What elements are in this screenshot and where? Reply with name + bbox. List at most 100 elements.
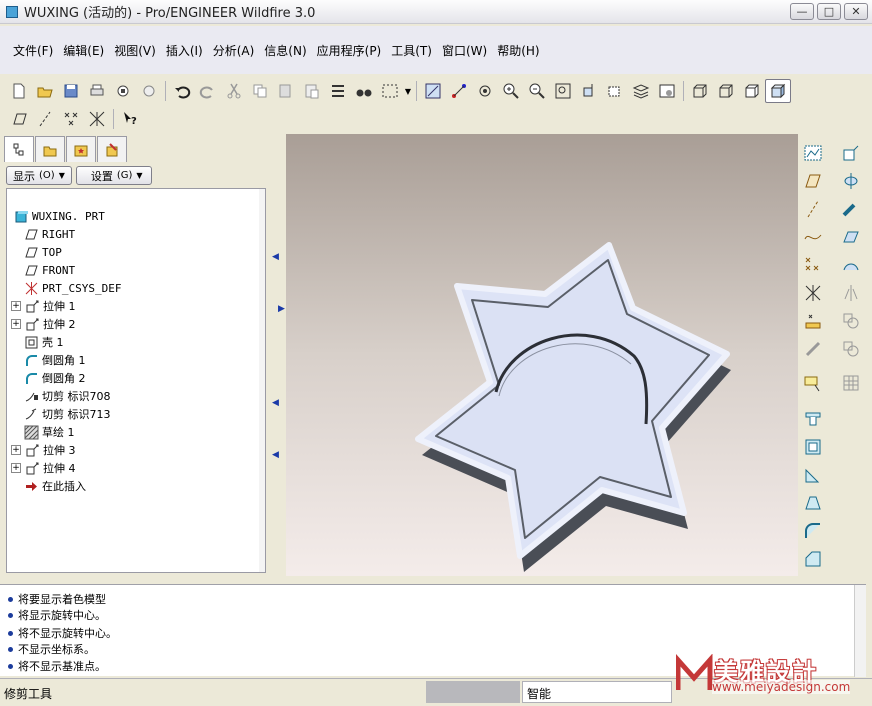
menu-help[interactable]: 帮助(H) (492, 42, 544, 59)
sweep-tool-icon[interactable] (838, 196, 864, 222)
tree-item-round-2[interactable]: 倒圆角 2 (23, 369, 86, 387)
zoom-in-icon[interactable] (498, 79, 524, 103)
csys-display-icon[interactable] (84, 107, 110, 131)
menu-analysis[interactable]: 分析(A) (208, 42, 260, 59)
round-tool-icon[interactable] (800, 518, 826, 544)
tree-item-extrude-3[interactable]: + 拉伸 3 (11, 441, 76, 459)
tree-item-csys[interactable]: PRT_CSYS_DEF (23, 279, 121, 297)
datum-axis-tool-icon[interactable] (800, 196, 826, 222)
tree-item-shell-1[interactable]: 壳 1 (23, 333, 64, 351)
show-dropdown-button[interactable]: 显示 (O) ▼ (6, 166, 72, 185)
tree-item-part[interactable]: WUXING. PRT (13, 207, 105, 225)
settings-dropdown-button[interactable]: 设置 (G) ▼ (75, 166, 152, 185)
select-dropdown-icon[interactable]: ▼ (403, 79, 413, 103)
paste-icon[interactable] (273, 79, 299, 103)
hole-tool-icon[interactable] (800, 406, 826, 432)
no-hidden-icon[interactable] (739, 79, 765, 103)
new-file-icon[interactable] (6, 79, 32, 103)
draft-tool-icon[interactable] (800, 490, 826, 516)
pattern-tool-icon[interactable] (838, 370, 864, 396)
collapse-arrow-icon[interactable]: ◀ (272, 252, 279, 262)
datum-chain-icon[interactable] (800, 336, 826, 362)
menu-view[interactable]: 视图(V) (109, 42, 161, 59)
wireframe-icon[interactable] (687, 79, 713, 103)
selection-filter-select[interactable]: 智能 (522, 681, 672, 703)
menu-window[interactable]: 窗口(W) (437, 42, 492, 59)
blend-tool-icon[interactable] (838, 224, 864, 250)
close-button[interactable]: ✕ (844, 3, 868, 20)
datum-point-tool-icon[interactable] (800, 252, 826, 278)
layers-icon[interactable] (628, 79, 654, 103)
datum-curve-tool-icon[interactable] (800, 224, 826, 250)
refit-icon[interactable] (550, 79, 576, 103)
tree-item-cut-713[interactable]: 切剪 标识713 (23, 405, 111, 423)
view-manager-icon[interactable] (654, 79, 680, 103)
paste-special-icon[interactable] (299, 79, 325, 103)
surface-tool-icon[interactable] (838, 252, 864, 278)
redo-icon[interactable] (195, 79, 221, 103)
expand-icon[interactable]: + (11, 463, 21, 473)
shell-tool-icon[interactable] (800, 434, 826, 460)
chamfer-tool-icon[interactable] (800, 546, 826, 572)
star-part-model[interactable] (286, 134, 798, 576)
expand-icon[interactable]: + (11, 445, 21, 455)
tree-item-cut-708[interactable]: 切剪 标识708 (23, 387, 111, 405)
datum-plane-tool-icon[interactable] (800, 168, 826, 194)
expand-arrow-icon[interactable]: ▶ (278, 304, 285, 314)
send-link-icon[interactable] (136, 79, 162, 103)
rib-tool-icon[interactable] (800, 462, 826, 488)
tree-item-top[interactable]: TOP (23, 243, 62, 261)
merge-tool-icon[interactable] (838, 308, 864, 334)
spin-center-icon[interactable] (446, 79, 472, 103)
tree-item-extrude-4[interactable]: + 拉伸 4 (11, 459, 76, 477)
tree-item-extrude-2[interactable]: + 拉伸 2 (11, 315, 76, 333)
tab-connections[interactable] (97, 136, 127, 162)
cut-icon[interactable] (221, 79, 247, 103)
tree-item-extrude-1[interactable]: + 拉伸 1 (11, 297, 76, 315)
menu-tools[interactable]: 工具(T) (386, 42, 437, 59)
tab-folder-browser[interactable] (35, 136, 65, 162)
zoom-out-icon[interactable] (524, 79, 550, 103)
minimize-button[interactable]: — (790, 3, 814, 20)
send-email-icon[interactable] (110, 79, 136, 103)
tree-item-sketch-1[interactable]: 草绘 1 (23, 423, 75, 441)
menu-insert[interactable]: 插入(I) (161, 42, 208, 59)
find-binoculars-icon[interactable] (351, 79, 377, 103)
annotation-tool-icon[interactable] (800, 370, 826, 396)
shading-icon[interactable] (765, 79, 791, 103)
sketch-tool-icon[interactable] (800, 140, 826, 166)
tree-scrollbar[interactable] (259, 189, 265, 572)
saved-views-icon[interactable] (602, 79, 628, 103)
revolve-tool-icon[interactable] (838, 168, 864, 194)
graphics-viewport[interactable] (286, 134, 798, 576)
csys-tool-icon[interactable] (800, 280, 826, 306)
hidden-line-icon[interactable] (713, 79, 739, 103)
panel-sash[interactable]: ◀ ▶ ◀ ◀ (270, 134, 286, 574)
select-box-icon[interactable] (377, 79, 403, 103)
save-icon[interactable] (58, 79, 84, 103)
orient-mode-icon[interactable] (472, 79, 498, 103)
repaint-icon[interactable] (420, 79, 446, 103)
menu-applications[interactable]: 应用程序(P) (312, 42, 387, 59)
datum-point-display-icon[interactable] (58, 107, 84, 131)
expand-icon[interactable]: + (11, 301, 21, 311)
tree-item-right[interactable]: RIGHT (23, 225, 75, 243)
datum-axis-display-icon[interactable] (32, 107, 58, 131)
collapse-arrow-icon[interactable]: ◀ (272, 398, 279, 408)
extrude-tool-icon[interactable] (838, 140, 864, 166)
context-help-icon[interactable]: ? (117, 107, 143, 131)
collapse-arrow-icon[interactable]: ◀ (272, 450, 279, 460)
reorient-icon[interactable] (576, 79, 602, 103)
tab-favorites[interactable] (66, 136, 96, 162)
datum-plane-display-icon[interactable] (6, 107, 32, 131)
analysis-feature-icon[interactable] (800, 308, 826, 334)
maximize-button[interactable]: □ (817, 3, 841, 20)
undo-icon[interactable] (169, 79, 195, 103)
menu-info[interactable]: 信息(N) (259, 42, 311, 59)
mirror-tool-icon[interactable] (838, 280, 864, 306)
tree-item-front[interactable]: FRONT (23, 261, 75, 279)
menu-edit[interactable]: 编辑(E) (58, 42, 109, 59)
expand-icon[interactable]: + (11, 319, 21, 329)
regenerate-icon[interactable] (325, 79, 351, 103)
intersect-tool-icon[interactable] (838, 336, 864, 362)
